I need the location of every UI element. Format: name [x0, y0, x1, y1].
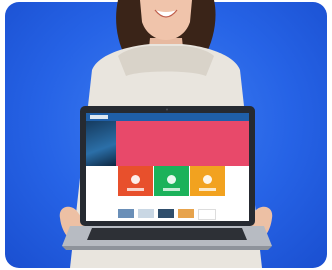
keyboard — [87, 228, 247, 240]
chart-icon — [131, 175, 140, 184]
site-header — [86, 113, 249, 121]
laptop-edge — [62, 246, 272, 250]
gear-icon — [167, 175, 176, 184]
card-2 — [154, 166, 189, 196]
card-text — [127, 188, 144, 191]
thumbnail — [138, 209, 154, 218]
webcam — [166, 108, 168, 111]
thumbnail — [118, 209, 134, 218]
site-logo — [90, 115, 108, 119]
hero-banner — [116, 121, 249, 166]
laptop-screen — [86, 113, 249, 221]
thumbnail — [198, 209, 216, 220]
thumbnail — [158, 209, 174, 218]
card-1 — [118, 166, 153, 196]
thumbnail — [178, 209, 194, 218]
card-text — [163, 188, 180, 191]
photo-scene — [0, 0, 332, 270]
card-text — [199, 188, 216, 191]
share-icon — [203, 175, 212, 184]
hero-image — [86, 121, 116, 166]
card-3 — [190, 166, 225, 196]
